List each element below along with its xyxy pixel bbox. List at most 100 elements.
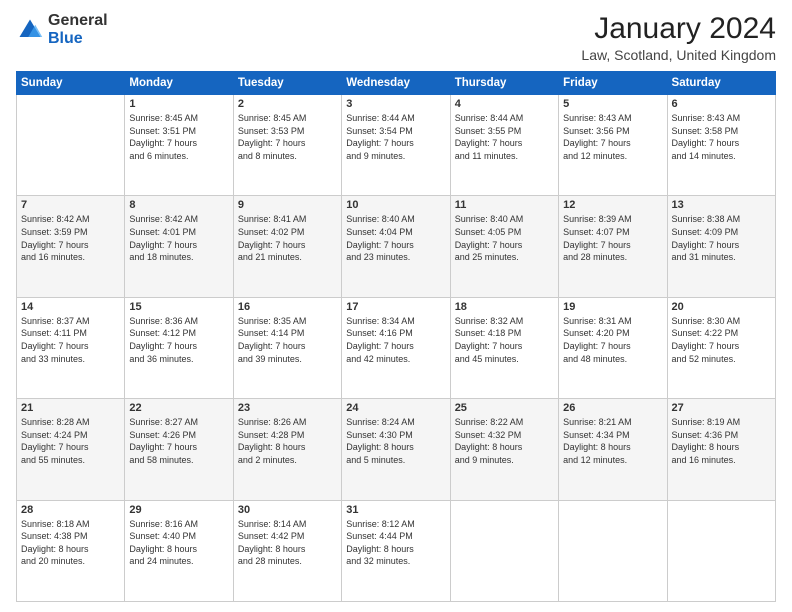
logo-text: General Blue (48, 12, 108, 47)
day-info: Sunrise: 8:30 AM Sunset: 4:22 PM Dayligh… (672, 315, 771, 365)
day-number: 26 (563, 402, 662, 414)
calendar-header-thursday: Thursday (450, 72, 558, 95)
month-title: January 2024 (581, 12, 776, 45)
day-number: 14 (21, 301, 120, 313)
day-number: 21 (21, 402, 120, 414)
calendar-cell (559, 500, 667, 601)
calendar-cell (667, 500, 775, 601)
calendar-header-monday: Monday (125, 72, 233, 95)
calendar-cell: 12 Sunrise: 8:39 AM Sunset: 4:07 PM Dayli… (559, 196, 667, 297)
day-info: Sunrise: 8:24 AM Sunset: 4:30 PM Dayligh… (346, 416, 445, 466)
day-info: Sunrise: 8:44 AM Sunset: 3:54 PM Dayligh… (346, 112, 445, 162)
day-number: 8 (129, 199, 228, 211)
calendar-header-sunday: Sunday (17, 72, 125, 95)
location: Law, Scotland, United Kingdom (581, 47, 776, 63)
day-number: 16 (238, 301, 337, 313)
calendar-cell: 11 Sunrise: 8:40 AM Sunset: 4:05 PM Dayli… (450, 196, 558, 297)
day-number: 12 (563, 199, 662, 211)
calendar-cell: 9 Sunrise: 8:41 AM Sunset: 4:02 PM Daylig… (233, 196, 341, 297)
day-number: 22 (129, 402, 228, 414)
calendar-cell (450, 500, 558, 601)
day-number: 5 (563, 98, 662, 110)
day-info: Sunrise: 8:12 AM Sunset: 4:44 PM Dayligh… (346, 518, 445, 568)
day-info: Sunrise: 8:37 AM Sunset: 4:11 PM Dayligh… (21, 315, 120, 365)
day-info: Sunrise: 8:18 AM Sunset: 4:38 PM Dayligh… (21, 518, 120, 568)
day-info: Sunrise: 8:43 AM Sunset: 3:56 PM Dayligh… (563, 112, 662, 162)
day-info: Sunrise: 8:40 AM Sunset: 4:05 PM Dayligh… (455, 213, 554, 263)
day-number: 24 (346, 402, 445, 414)
calendar-week-4: 21 Sunrise: 8:28 AM Sunset: 4:24 PM Dayli… (17, 399, 776, 500)
day-number: 9 (238, 199, 337, 211)
day-number: 10 (346, 199, 445, 211)
calendar-table: SundayMondayTuesdayWednesdayThursdayFrid… (16, 71, 776, 602)
calendar-cell: 31 Sunrise: 8:12 AM Sunset: 4:44 PM Dayli… (342, 500, 450, 601)
day-number: 15 (129, 301, 228, 313)
page: General Blue January 2024 Law, Scotland,… (0, 0, 792, 612)
title-section: January 2024 Law, Scotland, United Kingd… (581, 12, 776, 63)
day-number: 17 (346, 301, 445, 313)
day-number: 25 (455, 402, 554, 414)
day-info: Sunrise: 8:39 AM Sunset: 4:07 PM Dayligh… (563, 213, 662, 263)
calendar-cell: 14 Sunrise: 8:37 AM Sunset: 4:11 PM Dayli… (17, 297, 125, 398)
day-number: 30 (238, 504, 337, 516)
day-info: Sunrise: 8:42 AM Sunset: 4:01 PM Dayligh… (129, 213, 228, 263)
day-info: Sunrise: 8:16 AM Sunset: 4:40 PM Dayligh… (129, 518, 228, 568)
logo-blue: Blue (48, 30, 108, 48)
calendar-cell: 7 Sunrise: 8:42 AM Sunset: 3:59 PM Daylig… (17, 196, 125, 297)
day-number: 4 (455, 98, 554, 110)
day-number: 20 (672, 301, 771, 313)
calendar-cell: 3Sunrise: 8:44 AM Sunset: 3:54 PM Daylig… (342, 95, 450, 196)
calendar-cell (17, 95, 125, 196)
calendar-cell: 20 Sunrise: 8:30 AM Sunset: 4:22 PM Dayli… (667, 297, 775, 398)
day-info: Sunrise: 8:19 AM Sunset: 4:36 PM Dayligh… (672, 416, 771, 466)
day-number: 7 (21, 199, 120, 211)
calendar-cell: 5 Sunrise: 8:43 AM Sunset: 3:56 PM Daylig… (559, 95, 667, 196)
calendar-week-3: 14 Sunrise: 8:37 AM Sunset: 4:11 PM Dayli… (17, 297, 776, 398)
day-info: Sunrise: 8:41 AM Sunset: 4:02 PM Dayligh… (238, 213, 337, 263)
calendar-cell: 16 Sunrise: 8:35 AM Sunset: 4:14 PM Dayli… (233, 297, 341, 398)
day-info: Sunrise: 8:45 AM Sunset: 3:53 PM Dayligh… (238, 112, 337, 162)
day-number: 19 (563, 301, 662, 313)
day-info: Sunrise: 8:21 AM Sunset: 4:34 PM Dayligh… (563, 416, 662, 466)
day-number: 11 (455, 199, 554, 211)
calendar-cell: 23Sunrise: 8:26 AM Sunset: 4:28 PM Dayli… (233, 399, 341, 500)
day-info: Sunrise: 8:28 AM Sunset: 4:24 PM Dayligh… (21, 416, 120, 466)
logo: General Blue (16, 12, 108, 47)
calendar-cell: 2Sunrise: 8:45 AM Sunset: 3:53 PM Daylig… (233, 95, 341, 196)
day-info: Sunrise: 8:32 AM Sunset: 4:18 PM Dayligh… (455, 315, 554, 365)
calendar-cell: 15Sunrise: 8:36 AM Sunset: 4:12 PM Dayli… (125, 297, 233, 398)
calendar-cell: 27 Sunrise: 8:19 AM Sunset: 4:36 PM Dayli… (667, 399, 775, 500)
calendar-cell: 13 Sunrise: 8:38 AM Sunset: 4:09 PM Dayli… (667, 196, 775, 297)
calendar-header-friday: Friday (559, 72, 667, 95)
day-info: Sunrise: 8:27 AM Sunset: 4:26 PM Dayligh… (129, 416, 228, 466)
calendar-cell: 10Sunrise: 8:40 AM Sunset: 4:04 PM Dayli… (342, 196, 450, 297)
calendar-cell: 6Sunrise: 8:43 AM Sunset: 3:58 PM Daylig… (667, 95, 775, 196)
calendar-week-5: 28Sunrise: 8:18 AM Sunset: 4:38 PM Dayli… (17, 500, 776, 601)
calendar-header-row: SundayMondayTuesdayWednesdayThursdayFrid… (17, 72, 776, 95)
calendar-cell: 1Sunrise: 8:45 AM Sunset: 3:51 PM Daylig… (125, 95, 233, 196)
day-info: Sunrise: 8:14 AM Sunset: 4:42 PM Dayligh… (238, 518, 337, 568)
calendar-cell: 8 Sunrise: 8:42 AM Sunset: 4:01 PM Daylig… (125, 196, 233, 297)
day-number: 31 (346, 504, 445, 516)
day-number: 1 (129, 98, 228, 110)
calendar-cell: 22 Sunrise: 8:27 AM Sunset: 4:26 PM Dayli… (125, 399, 233, 500)
calendar-cell: 18 Sunrise: 8:32 AM Sunset: 4:18 PM Dayli… (450, 297, 558, 398)
day-info: Sunrise: 8:42 AM Sunset: 3:59 PM Dayligh… (21, 213, 120, 263)
calendar-header-wednesday: Wednesday (342, 72, 450, 95)
calendar-cell: 26 Sunrise: 8:21 AM Sunset: 4:34 PM Dayli… (559, 399, 667, 500)
day-number: 18 (455, 301, 554, 313)
day-number: 13 (672, 199, 771, 211)
day-info: Sunrise: 8:35 AM Sunset: 4:14 PM Dayligh… (238, 315, 337, 365)
day-info: Sunrise: 8:22 AM Sunset: 4:32 PM Dayligh… (455, 416, 554, 466)
day-info: Sunrise: 8:31 AM Sunset: 4:20 PM Dayligh… (563, 315, 662, 365)
calendar-week-2: 7 Sunrise: 8:42 AM Sunset: 3:59 PM Daylig… (17, 196, 776, 297)
calendar-cell: 25 Sunrise: 8:22 AM Sunset: 4:32 PM Dayli… (450, 399, 558, 500)
calendar-cell: 19 Sunrise: 8:31 AM Sunset: 4:20 PM Dayli… (559, 297, 667, 398)
calendar-cell: 30 Sunrise: 8:14 AM Sunset: 4:42 PM Dayli… (233, 500, 341, 601)
calendar-cell: 17Sunrise: 8:34 AM Sunset: 4:16 PM Dayli… (342, 297, 450, 398)
day-info: Sunrise: 8:38 AM Sunset: 4:09 PM Dayligh… (672, 213, 771, 263)
calendar-cell: 29Sunrise: 8:16 AM Sunset: 4:40 PM Dayli… (125, 500, 233, 601)
day-number: 27 (672, 402, 771, 414)
day-number: 23 (238, 402, 337, 414)
header: General Blue January 2024 Law, Scotland,… (16, 12, 776, 63)
